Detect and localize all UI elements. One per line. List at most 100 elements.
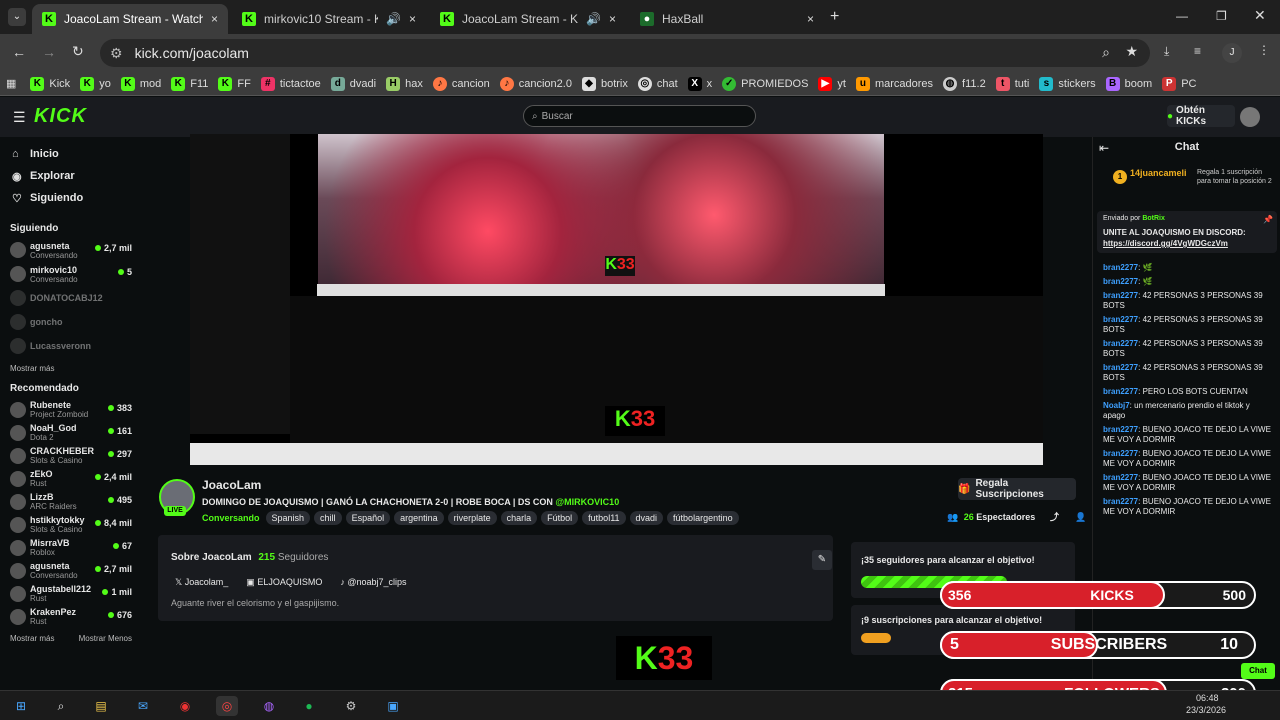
tab-joacolam-2[interactable]: K JoacoLam Stream - Kick Da 🔊 ×	[430, 4, 626, 34]
nav-explore[interactable]: ◉ Explorar	[0, 165, 142, 187]
bookmark-item[interactable]: ♪ cancion	[432, 76, 490, 91]
show-less-recommended[interactable]: Mostrar Menos	[79, 634, 132, 643]
sidebar-channel[interactable]: Rubenete Project Zomboid 383	[0, 398, 142, 421]
share-icon[interactable]: ⤴	[1050, 512, 1059, 522]
tag[interactable]: argentina	[394, 511, 444, 525]
maximize-icon[interactable]: ❐	[1216, 9, 1227, 23]
tag[interactable]: Spanish	[265, 511, 311, 525]
chat-username[interactable]: bran2277	[1103, 425, 1138, 434]
tag[interactable]: chill	[314, 511, 342, 525]
bookmark-item[interactable]: Bboom	[1105, 76, 1152, 91]
discord-icon[interactable]: ◍	[258, 696, 280, 716]
tab-joacolam[interactable]: K JoacoLam Stream - Watch L ×	[32, 4, 228, 34]
bookmark-item[interactable]: d dvadi	[330, 76, 376, 91]
close-tab-icon[interactable]: ×	[609, 12, 616, 26]
bookmark-item[interactable]: Xx	[687, 76, 712, 91]
edit-about-button[interactable]: ✎	[812, 550, 832, 570]
app-icon[interactable]: ◉	[174, 696, 196, 716]
outlook-icon[interactable]: ✉	[132, 696, 154, 716]
chat-username[interactable]: bran2277	[1103, 277, 1138, 286]
sidebar-channel[interactable]: agusneta Conversando 2,7 mil	[0, 238, 142, 262]
bookmark-item[interactable]: ♪ cancion2.0	[499, 76, 572, 91]
user-avatar[interactable]	[1240, 107, 1260, 127]
bookmark-item[interactable]: ◎ chat	[637, 76, 678, 91]
video-player[interactable]: K33 K33	[190, 134, 1043, 465]
chat-username[interactable]: bran2277	[1103, 263, 1138, 272]
gift-subs-button[interactable]: 🎁 Regala Suscripciones	[958, 478, 1076, 500]
sidebar-channel[interactable]: hstikkytokky Slots & Casino 8,4 mil	[0, 513, 142, 536]
bookmark-item[interactable]: K F11	[171, 76, 208, 91]
bookmark-item[interactable]: t tuti	[995, 76, 1029, 91]
nav-home[interactable]: ⌂ Inicio	[0, 143, 142, 165]
tag[interactable]: futbol11	[582, 511, 626, 525]
apps-icon[interactable]: ▦	[6, 77, 16, 90]
chat-username[interactable]: bran2277	[1103, 315, 1138, 324]
tab-haxball[interactable]: ● HaxBall ×	[630, 4, 824, 34]
top-gifter-name[interactable]: 14juancameli	[1130, 168, 1187, 178]
file-explorer-icon[interactable]: ▤	[90, 696, 112, 716]
close-tab-icon[interactable]: ×	[807, 12, 814, 26]
tab-search-icon[interactable]: ⌄	[8, 8, 26, 26]
spotify-icon[interactable]: ●	[298, 696, 320, 716]
tag[interactable]: fútbolargentino	[667, 511, 739, 525]
bookmark-item[interactable]: # tictactoe	[260, 76, 321, 91]
forward-icon[interactable]: →	[42, 44, 56, 60]
chat-username[interactable]: bran2277	[1103, 473, 1138, 482]
bookmark-item[interactable]: Kmod	[120, 76, 161, 91]
bookmark-item[interactable]: K FF	[218, 76, 251, 91]
sidebar-channel[interactable]: NoaH_God Dota 2 161	[0, 421, 142, 444]
close-window-icon[interactable]: ✕	[1254, 7, 1266, 24]
speaker-icon[interactable]: 🔊	[386, 12, 401, 26]
sidebar-channel[interactable]: DONATOCABJ12	[0, 286, 142, 310]
tag[interactable]: riverplate	[447, 511, 497, 525]
bookmark-item[interactable]: ◆ botrix	[581, 76, 628, 91]
profile-avatar[interactable]: J	[1222, 43, 1242, 63]
follow-icon[interactable]: 👤	[1075, 512, 1086, 522]
bookmark-item[interactable]: Hhax	[386, 76, 423, 91]
bookmark-item[interactable]: ✓ PROMIEDOS	[722, 76, 808, 91]
pinned-link[interactable]: https://discord.gg/4VgWDGczVm	[1103, 239, 1228, 248]
sidebar-channel[interactable]: mirkovic10 Conversando 5	[0, 262, 142, 286]
close-tab-icon[interactable]: ×	[409, 12, 416, 26]
pin-icon[interactable]: 📌	[1263, 215, 1273, 224]
show-more-recommended[interactable]: Mostrar más	[10, 634, 54, 643]
bookmark-star-icon[interactable]: ★	[1125, 43, 1138, 60]
start-menu-icon[interactable]: ⊞	[10, 696, 32, 716]
url-bar[interactable]: ⚙ kick.com/joacolam ⌕ ★	[100, 39, 1150, 67]
channel-name[interactable]: JoacoLam	[202, 478, 261, 492]
chat-username[interactable]: bran2277	[1103, 363, 1138, 372]
sidebar-channel[interactable]: goncho	[0, 310, 142, 334]
tag[interactable]: Fútbol	[541, 511, 579, 525]
chrome-icon[interactable]: ◎	[216, 696, 238, 716]
get-kicks-button[interactable]: ● Obtén KICKs	[1167, 105, 1235, 127]
steam-icon[interactable]: ⚙	[340, 696, 362, 716]
x-social-link[interactable]: 𝕏 Joacolam_	[175, 577, 228, 588]
stream-mention[interactable]: @MIRKOVIC10	[555, 497, 619, 507]
bookmark-item[interactable]: u marcadores	[855, 76, 933, 91]
bookmark-item[interactable]: K Kick	[30, 76, 70, 91]
tag[interactable]: charla	[500, 511, 538, 525]
sidebar-channel[interactable]: MisrraVB Roblox 67	[0, 536, 142, 559]
bookmark-item[interactable]: P PC	[1162, 76, 1196, 91]
show-more-following[interactable]: Mostrar más	[0, 364, 142, 373]
sidebar-channel[interactable]: LizzB ARC Raiders 495	[0, 490, 142, 513]
kick-logo[interactable]: KICK	[34, 105, 87, 128]
chat-username[interactable]: Noabj7	[1103, 401, 1130, 410]
clock-time[interactable]: 06:48	[1196, 693, 1219, 703]
discord-social-link[interactable]: ▣ ELJOAQUISMO	[246, 577, 322, 588]
sidebar-channel[interactable]: CRACKHEBER Slots & Casino 297	[0, 444, 142, 467]
chat-username[interactable]: bran2277	[1103, 449, 1138, 458]
chat-username[interactable]: bran2277	[1103, 497, 1138, 506]
back-icon[interactable]: ←	[12, 44, 26, 60]
chat-username[interactable]: bran2277	[1103, 339, 1138, 348]
site-info-icon[interactable]: ⚙	[110, 45, 123, 62]
sidebar-channel[interactable]: Agustabell212 Rust 1 mil	[0, 582, 142, 605]
sidebar-channel[interactable]: zEkO Rust 2,4 mil	[0, 467, 142, 490]
nav-following[interactable]: ♡ Siguiendo	[0, 187, 142, 209]
tag[interactable]: Español	[345, 511, 391, 525]
close-tab-icon[interactable]: ×	[211, 12, 218, 26]
bookmark-item[interactable]: ◍ f11.2	[943, 76, 986, 91]
chat-username[interactable]: bran2277	[1103, 291, 1138, 300]
tab-search-list-icon[interactable]: ≡	[1194, 44, 1201, 58]
search-icon[interactable]: ⌕	[50, 696, 72, 716]
